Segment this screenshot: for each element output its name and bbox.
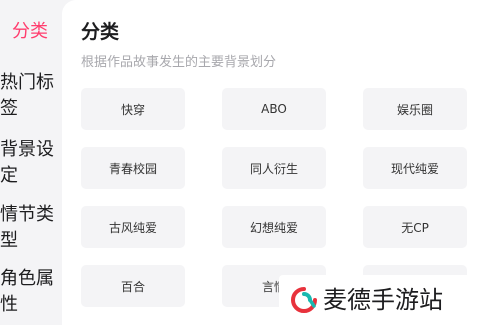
section-subtitle: 根据作品故事发生的主要背景划分	[81, 55, 277, 70]
tag-kuaichuan[interactable]: 快穿	[81, 88, 185, 130]
tag-entertainment[interactable]: 娱乐圈	[363, 88, 467, 130]
sidebar-item-label: 热门标	[0, 72, 54, 93]
tag-label: 青春校园	[108, 161, 157, 176]
watermark-overlay: 麦德手游站	[279, 275, 479, 325]
mdsyz-logo-icon	[291, 287, 317, 313]
tag-label: 同人衍生	[249, 161, 298, 176]
sidebar-item-label: 背景设	[0, 139, 54, 160]
sidebar-item-hot-tags[interactable]: 热门标 签	[0, 70, 54, 122]
sidebar-item-character-attr[interactable]: 角色属 性	[0, 266, 54, 318]
tag-label: 现代纯爱	[390, 161, 439, 176]
sidebar-item-plot-type[interactable]: 情节类 型	[0, 202, 54, 254]
section-title: 分类	[81, 21, 120, 43]
tag-no-cp[interactable]: 无CP	[363, 206, 467, 248]
sidebar-item-label-wrap: 签	[0, 98, 18, 119]
sidebar-item-category[interactable]: 分类	[12, 19, 48, 45]
tag-label: ABO	[261, 102, 287, 116]
sidebar-item-label: 情节类	[0, 204, 54, 225]
sidebar-item-label: 分类	[12, 21, 48, 42]
tag-label: 快穿	[120, 102, 145, 117]
category-sidebar: 分类 热门标 签 背景设 定 情节类 型 角色属 性	[0, 0, 62, 325]
tag-modern-bl[interactable]: 现代纯爱	[363, 147, 467, 189]
tag-campus[interactable]: 青春校园	[81, 147, 185, 189]
tag-label: 古风纯爱	[108, 220, 157, 235]
tag-yuri[interactable]: 百合	[81, 265, 185, 307]
tag-fantasy-bl[interactable]: 幻想纯爱	[222, 206, 326, 248]
sidebar-item-label-wrap: 定	[0, 165, 18, 186]
tag-fan-fiction[interactable]: 同人衍生	[222, 147, 326, 189]
sidebar-item-label-wrap: 型	[0, 230, 18, 251]
watermark-text: 麦德手游站	[323, 286, 443, 314]
tag-label: 百合	[120, 279, 145, 294]
tag-ancient-bl[interactable]: 古风纯爱	[81, 206, 185, 248]
tag-label: 娱乐圈	[396, 102, 433, 117]
sidebar-item-label-wrap: 性	[0, 294, 18, 315]
tag-label: 幻想纯爱	[249, 220, 298, 235]
tag-abo[interactable]: ABO	[222, 88, 326, 130]
sidebar-item-label: 角色属	[0, 268, 54, 289]
tag-label: 无CP	[401, 220, 429, 235]
sidebar-item-background[interactable]: 背景设 定	[0, 137, 54, 189]
